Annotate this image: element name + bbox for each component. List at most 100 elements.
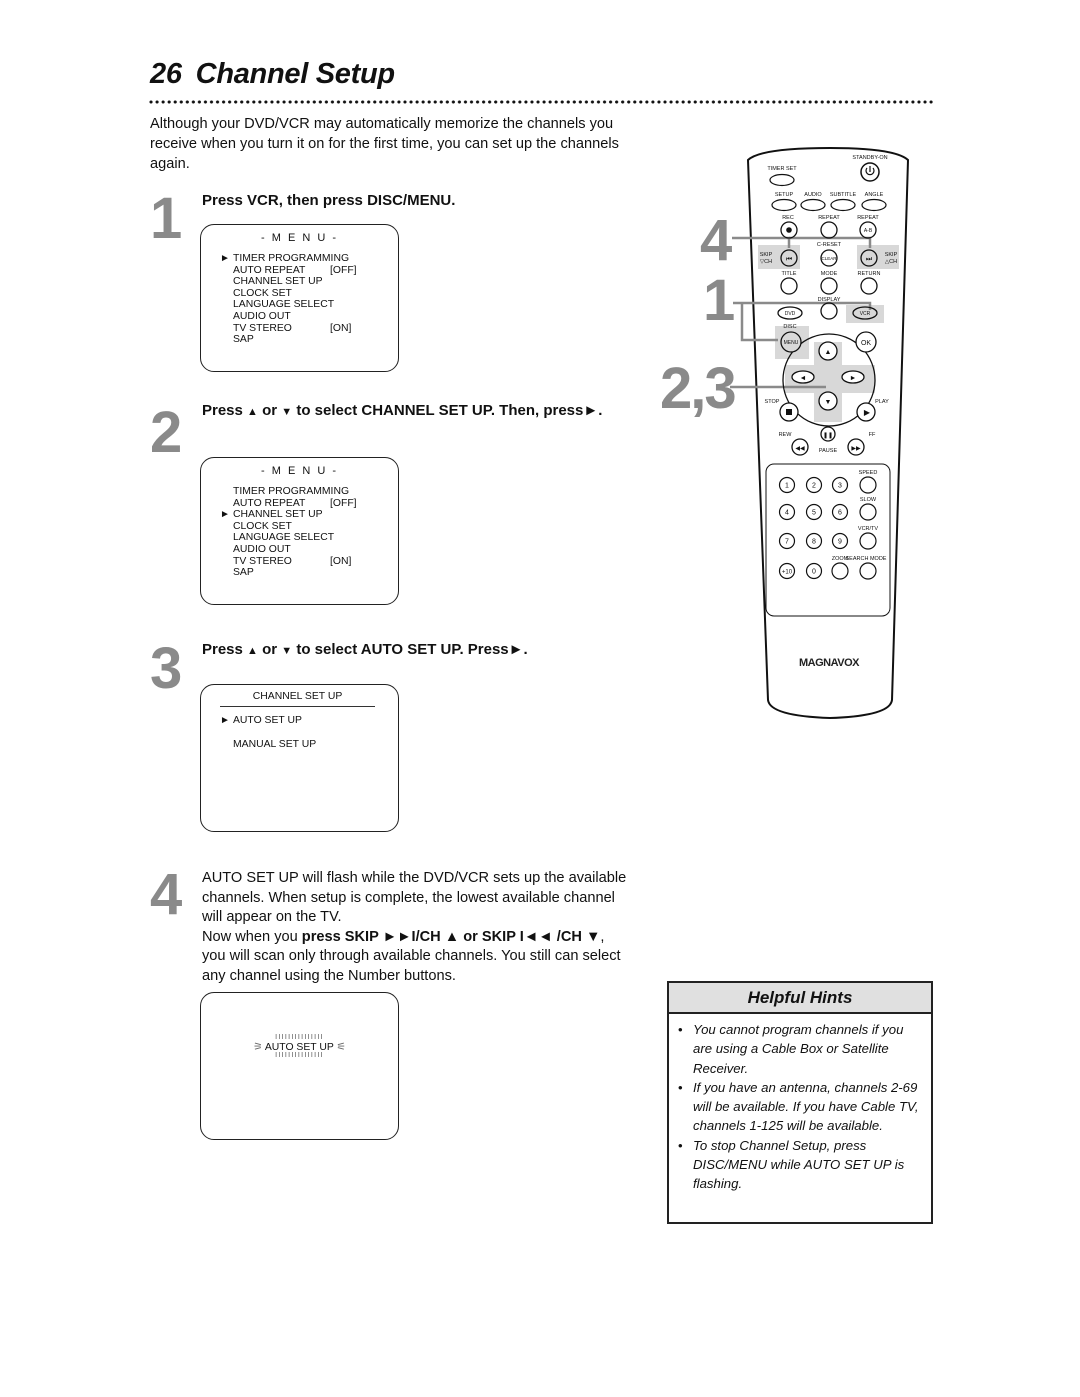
number-button-label: 1 [785,483,789,490]
step-3-number: 3 [150,636,183,701]
play-icon: ▶ [864,408,871,417]
hint-item: • To stop Channel Setup, press DISC/MENU … [678,1137,905,1192]
step-1-tv-screen: - M E N U - ► TIMER PROGRAMMING AUTO REPEA… [200,224,399,372]
number-button-label: 5 [812,510,816,517]
step-2-number: 2 [150,400,183,465]
svg-text:DVD: DVD [785,311,796,317]
hints-list: • You cannot program channels if you are … [669,1020,931,1194]
helpful-hints-box: Helpful Hints • You cannot program channe… [667,981,933,1224]
remote-control: STANDBY-ON TIMER SET SETUP AUDIO SUBTITL… [730,146,910,720]
menu-list: TIMER PROGRAMMING AUTO REPEAT [OFF] ► CHANNE… [220,486,357,579]
menu-item-value: [ON] [330,322,352,334]
menu-item-label: LANGUAGE SELECT [233,299,335,311]
hint-item: • You cannot program channels if you are … [678,1022,904,1076]
svg-text:MENU: MENU [784,340,799,346]
menu-item-value: [OFF] [330,264,357,276]
number-button-label: +10 [782,570,793,576]
svg-text:▽CH: ▽CH [760,259,772,265]
svg-text:DISPLAY: DISPLAY [818,297,841,303]
step-3-heading: Press ▲ or ▼ to select AUTO SET UP. Pres… [202,641,528,658]
menu-item: CHANNEL SET UP [233,276,349,288]
step-1-heading: Press VCR, then press DISC/MENU. [202,192,456,209]
menu-item: LANGUAGE SELECT [233,532,349,544]
menu-title: - M E N U - [261,465,338,477]
menu-item: CLOCK SET [233,288,349,300]
svg-text:SUBTITLE: SUBTITLE [830,192,857,198]
svg-text:TITLE: TITLE [782,271,797,277]
svg-text:REC: REC [782,215,794,221]
svg-text:VCR: VCR [860,311,871,317]
svg-text:REPEAT: REPEAT [818,215,840,221]
svg-text:REPEAT: REPEAT [857,215,879,221]
menu-item: AUTO REPEAT [OFF] [233,497,357,510]
svg-text:FF: FF [869,432,876,438]
svg-text:STOP: STOP [765,399,780,405]
menu-item-label: AUDIO OUT [233,543,291,555]
menu-item-label: TIMER PROGRAMMING [233,486,350,497]
svg-text:SLOW: SLOW [860,497,877,503]
right-arrow-icon: ► [850,375,857,382]
menu-item-label: AUTO REPEAT [233,497,306,509]
menu-item-label: AUDIO OUT [233,310,291,322]
svg-text:A-B: A-B [864,228,873,234]
step-1-number: 1 [150,186,183,251]
flash-marks-top: IIIIIIIIIIIIIII [275,1034,324,1041]
flash-marks-bottom: IIIIIIIIIIIIIII [275,1052,324,1059]
menu-item-label: TV STEREO [233,322,292,334]
down-arrow-icon: ▼ [281,645,293,657]
step-4-number: 4 [150,862,183,927]
step-4-text: AUTO SET UP will flash while the DVD/VCR… [202,870,627,984]
intro-paragraph: Although your DVD/VCR may automatically … [150,116,619,172]
svg-text:DISC: DISC [783,324,796,330]
stop-icon [786,409,792,415]
svg-text:VCR/TV: VCR/TV [858,526,879,532]
svg-text:OK: OK [861,340,871,347]
number-button-label: 7 [785,539,789,546]
up-arrow-icon: ▲ [825,349,832,356]
number-button-label: 2 [812,483,816,490]
menu-item: ► CHANNEL SET UP [220,509,349,521]
svg-text:STANDBY-ON: STANDBY-ON [852,155,887,161]
svg-text:PLAY: PLAY [875,399,889,405]
menu-item: AUTO REPEAT [OFF] [233,264,357,277]
menu-item-value: [ON] [330,555,352,567]
record-icon [786,227,792,233]
menu-item-label: SAP [233,334,254,346]
selection-pointer-icon: ► [220,253,230,264]
up-arrow-icon: ▲ [247,406,258,418]
menu-item-label: SAP [233,567,254,579]
svg-text:SPEED: SPEED [859,470,878,476]
menu-item-label: LANGUAGE SELECT [233,532,335,544]
number-button-label: 3 [838,483,842,490]
menu-item: AUDIO OUT [233,311,349,323]
selection-pointer-icon: ► [220,715,230,726]
menu-item-label: CLOCK SET [233,520,292,532]
menu-item-label: AUTO REPEAT [233,264,306,276]
svg-text:SKIP: SKIP [885,252,898,258]
svg-text:SKIP: SKIP [760,252,773,258]
menu-item-manual-set-up: MANUAL SET UP [233,739,317,750]
svg-text:REW: REW [779,432,793,438]
down-arrow-icon: ▼ [281,406,293,418]
auto-set-up-flashing: IIIIIIIIIIIIIII ⚞ AUTO SET UP ⚟ IIIIIIII… [201,1034,398,1059]
rewind-icon: ◀◀ [795,446,805,452]
channel-setup-title: CHANNEL SET UP [220,691,375,707]
svg-text:SETUP: SETUP [775,192,794,198]
menu-item: ► TIMER PROGRAMMING [220,253,349,265]
menu-item-label: CHANNEL SET UP [233,276,323,288]
right-arrow-icon: ► [583,402,599,419]
menu-list: ► TIMER PROGRAMMING AUTO REPEAT [OFF] CHANNE… [220,253,357,346]
menu-item: LANGUAGE SELECT [233,299,349,311]
up-arrow-icon: ▲ [247,645,258,657]
number-button-label: 6 [838,510,842,517]
page-number: 26 [150,58,182,90]
number-button-label: 0 [812,569,816,576]
hint-item: • If you have an antenna, channels 2-69 w… [678,1079,919,1134]
step-2-tv-screen: - M E N U - TIMER PROGRAMMING AUTO REPEAT… [200,457,399,605]
page-title: 26 Channel Setup [150,58,395,91]
number-button-label: 9 [838,539,842,546]
step-3-tv-screen: CHANNEL SET UP ► AUTO SET UP MANUAL SET U… [200,684,399,832]
skip-back-icon: ⏮ [786,256,792,263]
menu-item: TV STEREO [ON] [233,322,352,335]
svg-text:RETURN: RETURN [858,271,881,277]
